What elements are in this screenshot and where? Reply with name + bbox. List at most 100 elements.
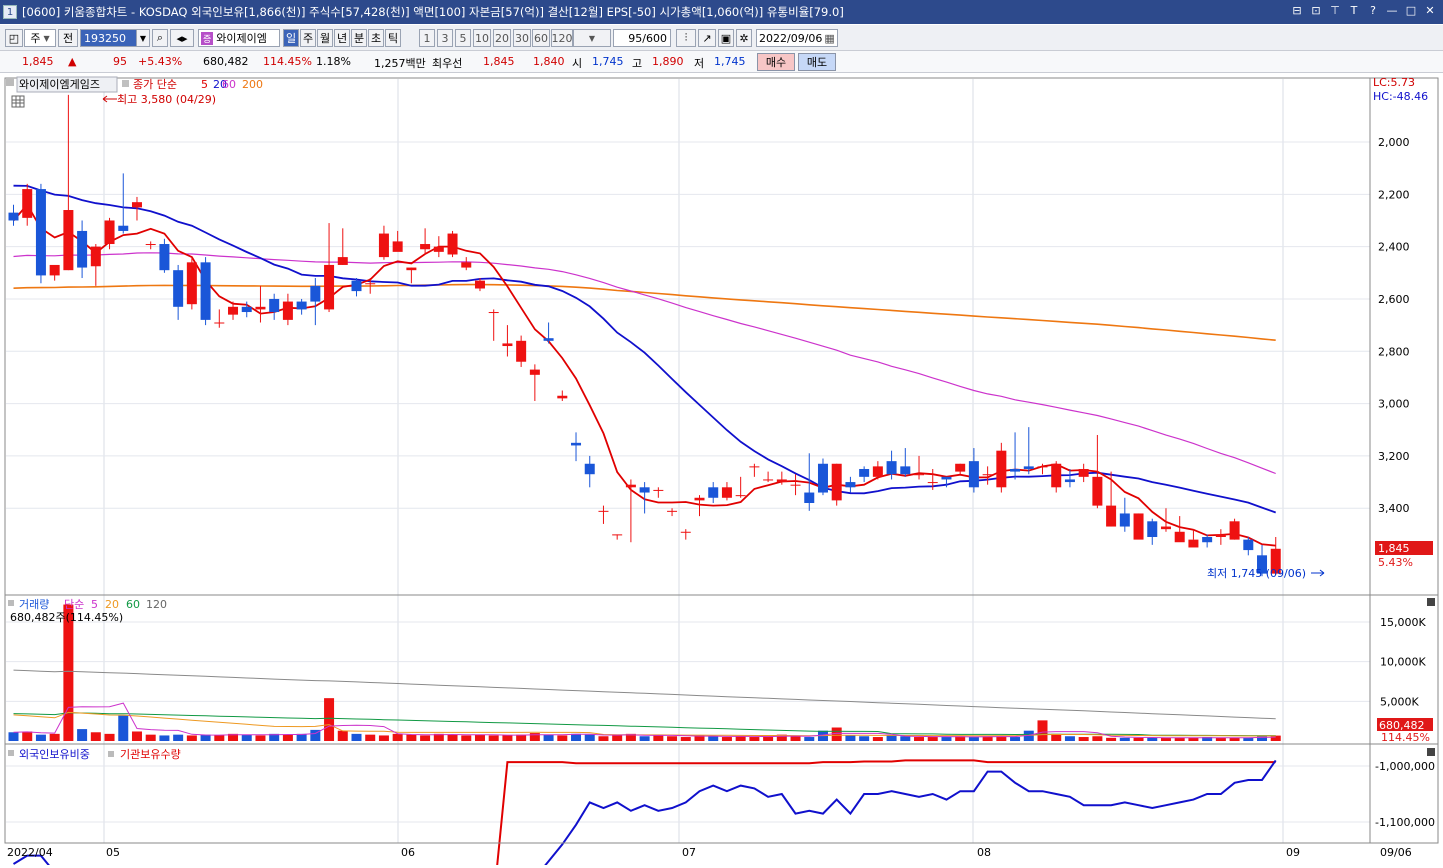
x-label-2022-04: 2022/04 bbox=[7, 846, 53, 859]
volume-bar bbox=[324, 698, 335, 741]
tab-0[interactable]: 일 bbox=[283, 29, 299, 47]
volume-bar bbox=[612, 735, 623, 741]
volume-bar bbox=[1243, 737, 1254, 741]
low-annotation: 최저 1,745 (09/06) bbox=[1207, 567, 1306, 580]
tab-6[interactable]: 틱 bbox=[385, 29, 401, 47]
volume-bar bbox=[77, 729, 88, 741]
maximize-icon[interactable]: □ bbox=[1404, 3, 1418, 19]
buy-button[interactable]: 매수 bbox=[757, 53, 795, 71]
candle-body bbox=[900, 466, 911, 475]
date-input[interactable]: 2022/09/06 ▦ bbox=[756, 29, 838, 47]
candle-body bbox=[845, 482, 856, 488]
current-pct-tag: 5.43% bbox=[1378, 556, 1413, 569]
change-percent: +5.43% bbox=[138, 55, 183, 68]
layout-icon[interactable]: ⊟ bbox=[1290, 3, 1304, 19]
volume-bar bbox=[186, 735, 197, 741]
volume-bar bbox=[708, 736, 719, 741]
tab-5[interactable]: 초 bbox=[368, 29, 384, 47]
candle-body bbox=[447, 233, 458, 255]
volume-pane-toggle-icon[interactable] bbox=[8, 600, 14, 606]
candle-body bbox=[831, 463, 842, 501]
volume-bar bbox=[241, 734, 252, 741]
holding-pane-close-icon[interactable] bbox=[1427, 748, 1435, 756]
stock-code-input[interactable]: 193250 bbox=[80, 29, 137, 47]
candle-body bbox=[502, 343, 513, 347]
price-tick-label: 2,400 bbox=[1378, 241, 1410, 254]
interval-20[interactable]: 20 bbox=[493, 29, 511, 47]
high-annotation: 최고 3,580 (04/29) bbox=[117, 93, 216, 106]
high-label: 고 bbox=[632, 57, 643, 70]
volume-bar bbox=[1078, 737, 1089, 741]
volume-bar bbox=[667, 736, 678, 741]
interval-5[interactable]: 5 bbox=[455, 29, 471, 47]
help-icon[interactable]: ? bbox=[1366, 3, 1380, 19]
volume-legend-label: 단순 bbox=[64, 598, 84, 611]
chart-menu-icon[interactable]: ◰ bbox=[5, 29, 23, 47]
interval-10[interactable]: 10 bbox=[473, 29, 491, 47]
prev-button[interactable]: 전 bbox=[58, 29, 78, 47]
best-bid-ask-label: 최우선 bbox=[432, 57, 463, 70]
volume-bar bbox=[447, 734, 458, 741]
calendar-icon[interactable]: ▦ bbox=[824, 32, 834, 45]
interval-30[interactable]: 30 bbox=[513, 29, 531, 47]
minimize-icon[interactable]: — bbox=[1385, 3, 1399, 19]
chart-area[interactable]: 3,400 3,200 3,000 2,800 2,600 2,400 2,200 2,000… bbox=[0, 73, 1443, 868]
sell-button[interactable]: 매도 bbox=[798, 53, 836, 71]
volume-pane-close-icon[interactable] bbox=[1427, 598, 1435, 606]
tab-4[interactable]: 분 bbox=[351, 29, 367, 47]
candle-body bbox=[1078, 468, 1089, 477]
candle-body bbox=[186, 262, 197, 305]
candle-body bbox=[1215, 534, 1226, 538]
settings-gear-icon[interactable]: ✲ bbox=[736, 29, 752, 47]
volume-bar bbox=[1174, 737, 1185, 741]
indicator-icon[interactable]: ↗ bbox=[698, 29, 716, 47]
candle-body bbox=[200, 262, 211, 320]
interval-60[interactable]: 60 bbox=[532, 29, 550, 47]
volume-bar bbox=[1188, 737, 1199, 741]
candle-type-icon[interactable]: ⫶ bbox=[676, 29, 696, 47]
interval-3[interactable]: 3 bbox=[437, 29, 453, 47]
volume-bar bbox=[255, 735, 266, 741]
candle-body bbox=[392, 241, 403, 252]
interval-120[interactable]: 120 bbox=[551, 29, 573, 47]
institution-holding-legend: 기관보유수량 bbox=[120, 748, 181, 761]
candle-body bbox=[433, 246, 444, 252]
code-dropdown-icon[interactable]: ▼ bbox=[136, 29, 150, 47]
price-tick-label: 2,200 bbox=[1378, 188, 1410, 201]
volume-bar bbox=[927, 737, 938, 741]
text-tool-icon[interactable]: T bbox=[1347, 3, 1361, 19]
volume-bar bbox=[845, 735, 856, 741]
lc-value: LC:5.73 bbox=[1373, 76, 1415, 89]
save-icon[interactable]: ▣ bbox=[718, 29, 734, 47]
candle-body bbox=[1106, 505, 1117, 527]
tab-2[interactable]: 월 bbox=[317, 29, 333, 47]
candle-body bbox=[1023, 466, 1034, 469]
restore-layout-icon[interactable]: ⊡ bbox=[1309, 3, 1323, 19]
pin-icon[interactable]: ⊤ bbox=[1328, 3, 1342, 19]
pane-toggle-icon[interactable] bbox=[6, 78, 14, 86]
candle-body bbox=[1229, 521, 1240, 540]
holding-pane-toggle-icon[interactable] bbox=[8, 750, 14, 756]
volume-bar bbox=[639, 736, 650, 741]
x-label-07: 07 bbox=[682, 846, 696, 859]
tab-1[interactable]: 주 bbox=[300, 29, 316, 47]
sound-icon[interactable]: ◂▸ bbox=[170, 29, 194, 47]
change-arrow-icon: ▲ bbox=[68, 55, 77, 68]
interval-dropdown[interactable]: ▼ bbox=[573, 29, 611, 47]
candle-body bbox=[667, 510, 678, 512]
volume-bar bbox=[406, 734, 417, 741]
candle-body bbox=[365, 283, 376, 285]
candle-body bbox=[351, 280, 362, 292]
close-icon[interactable]: ✕ bbox=[1423, 3, 1437, 19]
tab-3[interactable]: 년 bbox=[334, 29, 350, 47]
candle-body bbox=[228, 306, 239, 315]
price-change: 95 bbox=[113, 55, 127, 68]
interval-1[interactable]: 1 bbox=[419, 29, 435, 47]
table-view-icon[interactable] bbox=[11, 95, 25, 108]
data-count-input[interactable]: 95/600 bbox=[613, 29, 671, 47]
candle-body bbox=[461, 262, 472, 268]
candle-body bbox=[1202, 537, 1213, 543]
period-select[interactable]: 주 ▼ bbox=[24, 29, 56, 47]
search-icon[interactable]: ⌕ bbox=[152, 29, 168, 47]
window-number: 1 bbox=[3, 5, 17, 19]
